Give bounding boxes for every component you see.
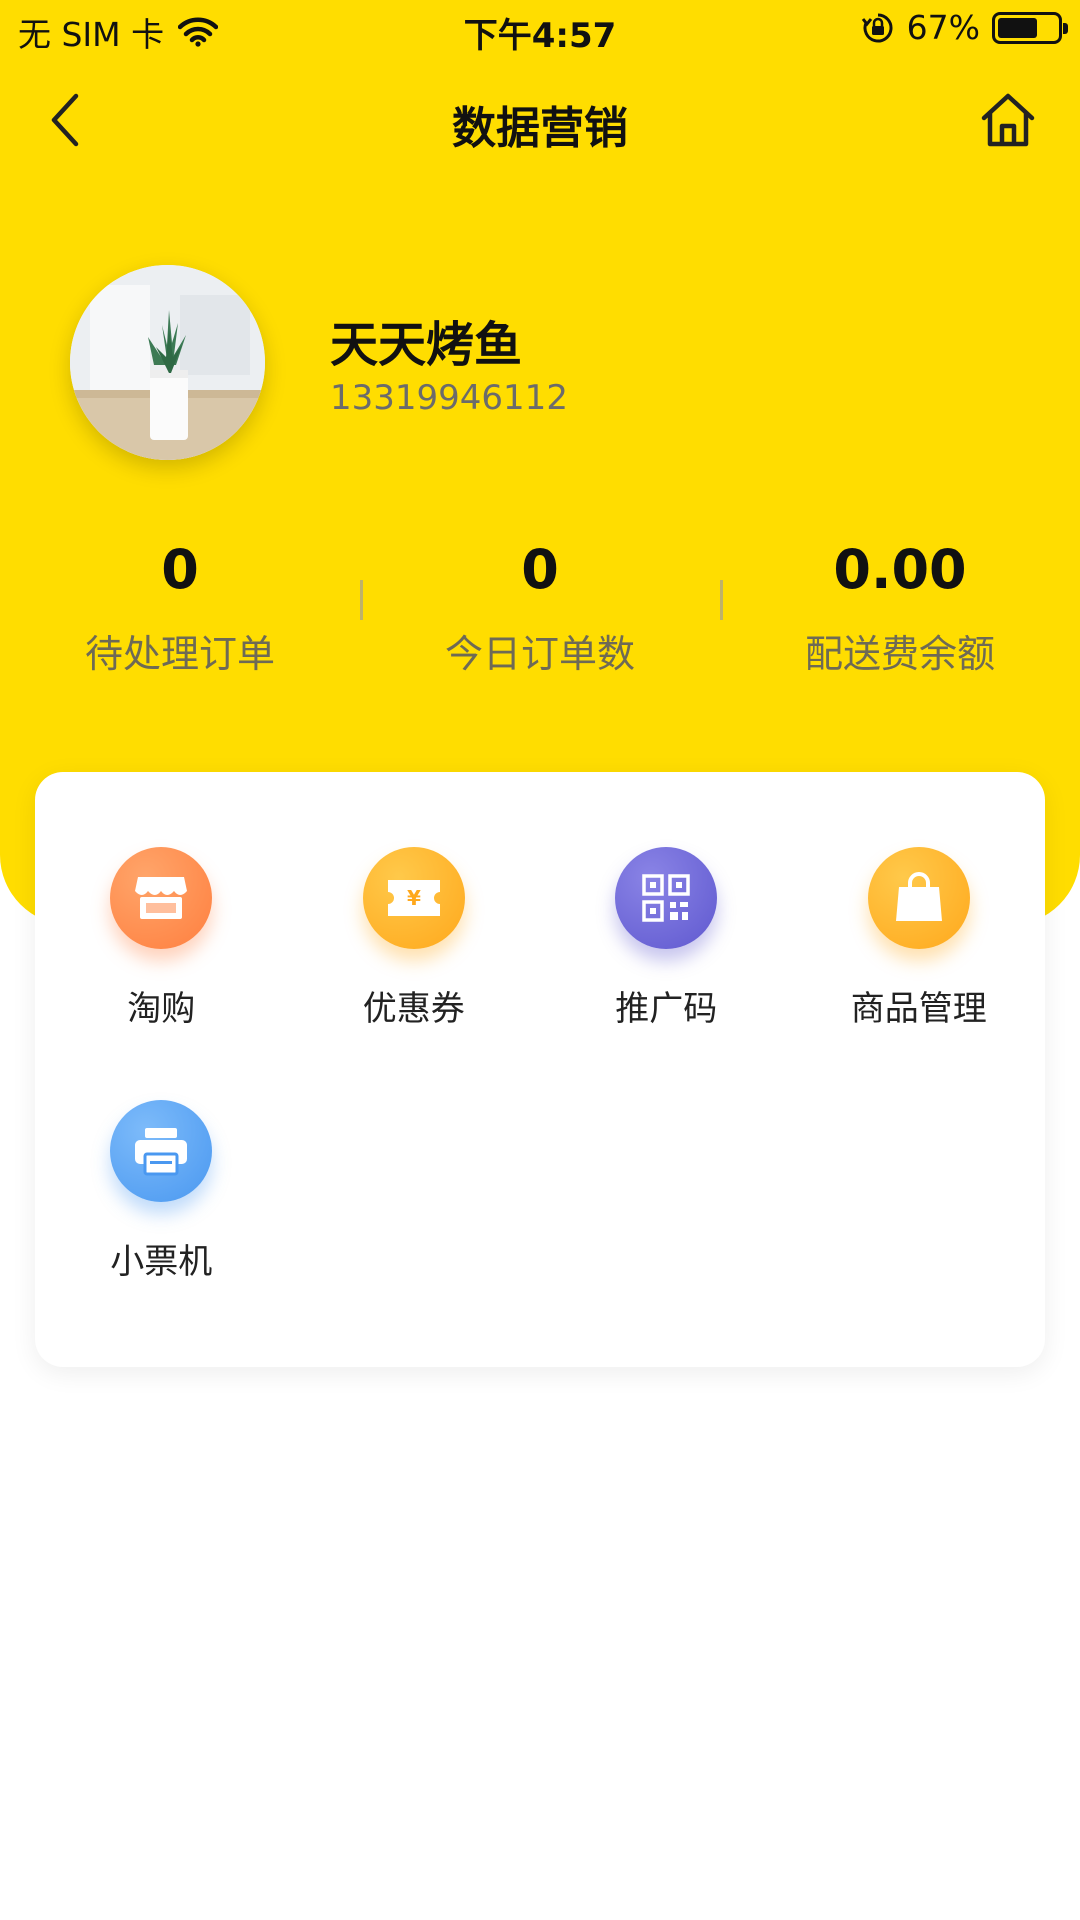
plant-photo-avatar	[70, 265, 265, 460]
stat-value: 0.00	[833, 538, 967, 601]
feature-coupon[interactable]: ¥ 优惠券	[288, 847, 541, 1100]
feature-taogou[interactable]: 淘购	[35, 847, 288, 1100]
stat-pending-orders[interactable]: 0 待处理订单	[0, 535, 360, 685]
back-button[interactable]	[40, 88, 100, 152]
feature-label: 推广码	[615, 989, 718, 1029]
chevron-left-icon	[51, 93, 79, 147]
stat-value: 0	[161, 538, 199, 601]
shop-phone: 13319946112	[330, 378, 568, 418]
status-bar: 无 SIM 卡 下午4:57 67%	[0, 0, 1080, 60]
page-title: 数据营销	[452, 103, 628, 154]
feature-card: 淘购 ¥ 优惠券 推广码 商品管理 小票机	[35, 772, 1045, 1367]
feature-icon-circle: ¥	[362, 847, 465, 949]
divider	[720, 580, 723, 620]
stat-label: 今日订单数	[444, 632, 635, 676]
stat-delivery-balance[interactable]: 0.00 配送费余额	[720, 535, 1080, 685]
home-icon	[981, 93, 1035, 147]
avatar[interactable]	[70, 265, 265, 460]
feature-label: 商品管理	[850, 989, 987, 1029]
shop-icon	[135, 877, 188, 919]
orientation-lock-icon	[861, 13, 893, 42]
feature-label: 淘购	[127, 989, 196, 1029]
battery-icon	[992, 11, 1068, 44]
shopping-bag-icon	[895, 872, 942, 921]
battery-percent: 67%	[906, 8, 980, 47]
divider	[360, 580, 363, 620]
stats-row: 0 待处理订单 0 今日订单数 0.00 配送费余额	[0, 535, 1080, 685]
feature-label: 优惠券	[362, 989, 465, 1029]
feature-label: 小票机	[110, 1242, 213, 1282]
feature-receipt-printer[interactable]: 小票机	[35, 1100, 288, 1353]
printer-icon	[135, 1128, 188, 1176]
feature-product-management[interactable]: 商品管理	[793, 847, 1046, 1100]
svg-text:¥: ¥	[407, 886, 421, 910]
feature-icon-circle	[615, 847, 718, 949]
feature-icon-circle	[110, 847, 213, 949]
coupon-icon: ¥	[387, 880, 440, 916]
stat-today-orders[interactable]: 0 今日订单数	[360, 535, 720, 685]
stat-label: 待处理订单	[84, 632, 275, 676]
battery-fill	[998, 17, 1037, 38]
stat-value: 0	[521, 538, 559, 601]
feature-promo-code[interactable]: 推广码	[540, 847, 793, 1100]
feature-grid: 淘购 ¥ 优惠券 推广码 商品管理 小票机	[35, 847, 1045, 1353]
stat-label: 配送费余额	[804, 632, 995, 676]
home-button[interactable]	[976, 88, 1040, 152]
shop-name: 天天烤鱼	[330, 317, 523, 373]
qr-code-icon	[642, 874, 690, 922]
feature-icon-circle	[867, 847, 970, 949]
nav-bar: 数据营销	[0, 70, 1080, 170]
feature-icon-circle	[110, 1100, 213, 1202]
